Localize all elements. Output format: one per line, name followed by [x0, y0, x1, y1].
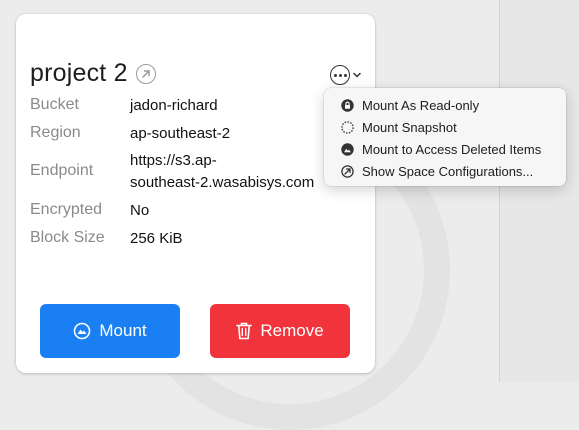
block-size-value: 256 KiB [130, 230, 183, 247]
mount-button[interactable]: Mount [40, 304, 180, 358]
remove-button[interactable]: Remove [210, 304, 350, 358]
block-size-label: Block Size [30, 229, 105, 246]
encrypted-label: Encrypted [30, 201, 103, 218]
more-options-button[interactable] [330, 65, 361, 85]
menu-item-label: Show Space Configurations... [362, 163, 534, 179]
ellipsis-icon [330, 65, 350, 85]
space-card: project 2 Bucket jadon-richard Region ap… [16, 14, 375, 373]
region-value: ap-southeast-2 [130, 125, 231, 142]
mount-button-label: Mount [99, 321, 147, 340]
menu-item-mount-deleted-items[interactable]: Mount to Access Deleted Items [324, 138, 566, 160]
menu-item-label: Mount Snapshot [362, 119, 457, 135]
compass-icon [341, 164, 354, 178]
mountain-icon [341, 142, 354, 156]
remove-button-label: Remove [260, 321, 324, 340]
endpoint-value-line1: https://s3.ap- [130, 152, 217, 169]
bucket-value: jadon-richard [130, 97, 218, 114]
trash-icon [236, 322, 253, 340]
menu-item-mount-snapshot[interactable]: Mount Snapshot [324, 116, 566, 138]
snapshot-icon [341, 120, 354, 134]
more-options-menu: Mount As Read-only Mount Snapshot Mount … [324, 88, 566, 186]
encrypted-value: No [130, 202, 150, 219]
bucket-label: Bucket [30, 96, 79, 113]
chevron-down-icon [353, 72, 361, 78]
endpoint-value-line2: southeast-2.wasabisys.com [130, 174, 315, 191]
menu-item-show-space-configurations[interactable]: Show Space Configurations... [324, 160, 566, 182]
side-panel-edge [499, 0, 579, 382]
mount-icon [74, 322, 91, 340]
open-external-icon[interactable] [135, 63, 156, 84]
lock-icon [341, 98, 354, 112]
menu-item-label: Mount to Access Deleted Items [362, 141, 542, 157]
endpoint-label: Endpoint [30, 162, 94, 179]
space-title: project 2 [30, 59, 128, 87]
title-row: project 2 [30, 59, 156, 88]
menu-item-mount-read-only[interactable]: Mount As Read-only [324, 94, 566, 116]
region-label: Region [30, 124, 81, 141]
menu-item-label: Mount As Read-only [362, 97, 480, 113]
